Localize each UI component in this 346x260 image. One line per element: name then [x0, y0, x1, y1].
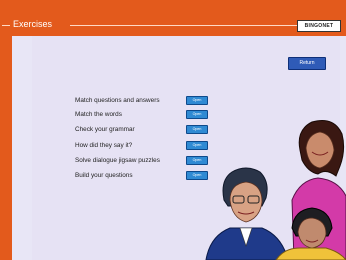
man-illustration [205, 167, 289, 260]
app-window: Exercises BINGONET Return Match question… [0, 0, 346, 260]
characters-illustration [205, 120, 346, 260]
